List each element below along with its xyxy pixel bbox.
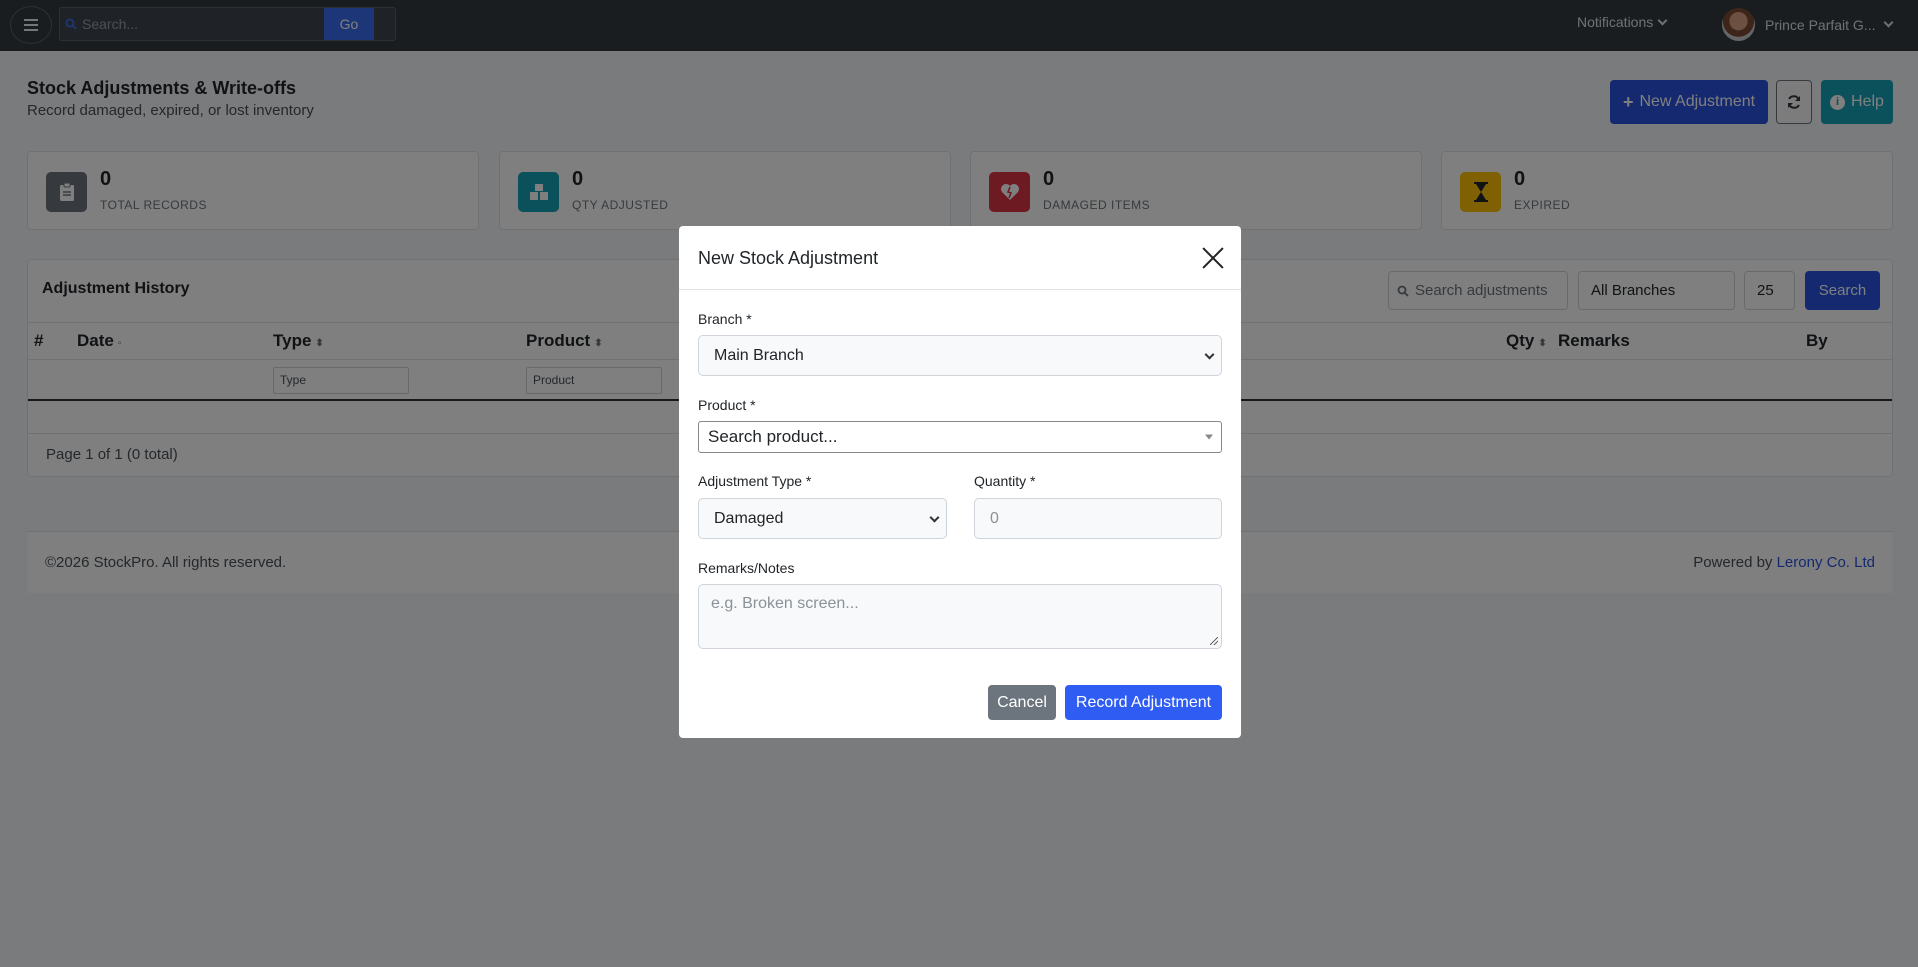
cancel-button[interactable]: Cancel [988, 685, 1056, 720]
new-stock-adjustment-modal: New Stock Adjustment Branch * Main Branc… [679, 226, 1241, 738]
modal-header: New Stock Adjustment [679, 226, 1241, 290]
adjustment-type-select[interactable]: Damaged [698, 498, 947, 539]
adjustment-type-value: Damaged [714, 509, 784, 527]
resize-handle-icon[interactable] [1210, 637, 1218, 645]
branch-label: Branch * [698, 311, 752, 327]
remarks-textarea[interactable]: e.g. Broken screen... [698, 584, 1222, 649]
chevron-down-icon [1204, 349, 1215, 360]
close-icon[interactable] [1201, 246, 1225, 270]
caret-down-icon [1205, 434, 1213, 440]
product-label: Product * [698, 397, 756, 413]
chevron-down-icon [929, 512, 940, 523]
modal-title: New Stock Adjustment [698, 248, 879, 268]
product-search-select[interactable]: Search product... [698, 421, 1222, 453]
branch-select[interactable]: Main Branch [698, 335, 1222, 376]
remarks-label: Remarks/Notes [698, 560, 795, 576]
branch-selected-value: Main Branch [714, 346, 804, 364]
record-adjustment-button[interactable]: Record Adjustment [1065, 685, 1222, 720]
adjustment-type-label: Adjustment Type * [698, 473, 812, 489]
quantity-label: Quantity * [974, 473, 1036, 489]
remarks-placeholder: e.g. Broken screen... [711, 595, 859, 612]
product-search-placeholder: Search product... [708, 427, 838, 446]
quantity-input[interactable]: 0 [974, 498, 1222, 539]
quantity-placeholder: 0 [990, 509, 999, 527]
